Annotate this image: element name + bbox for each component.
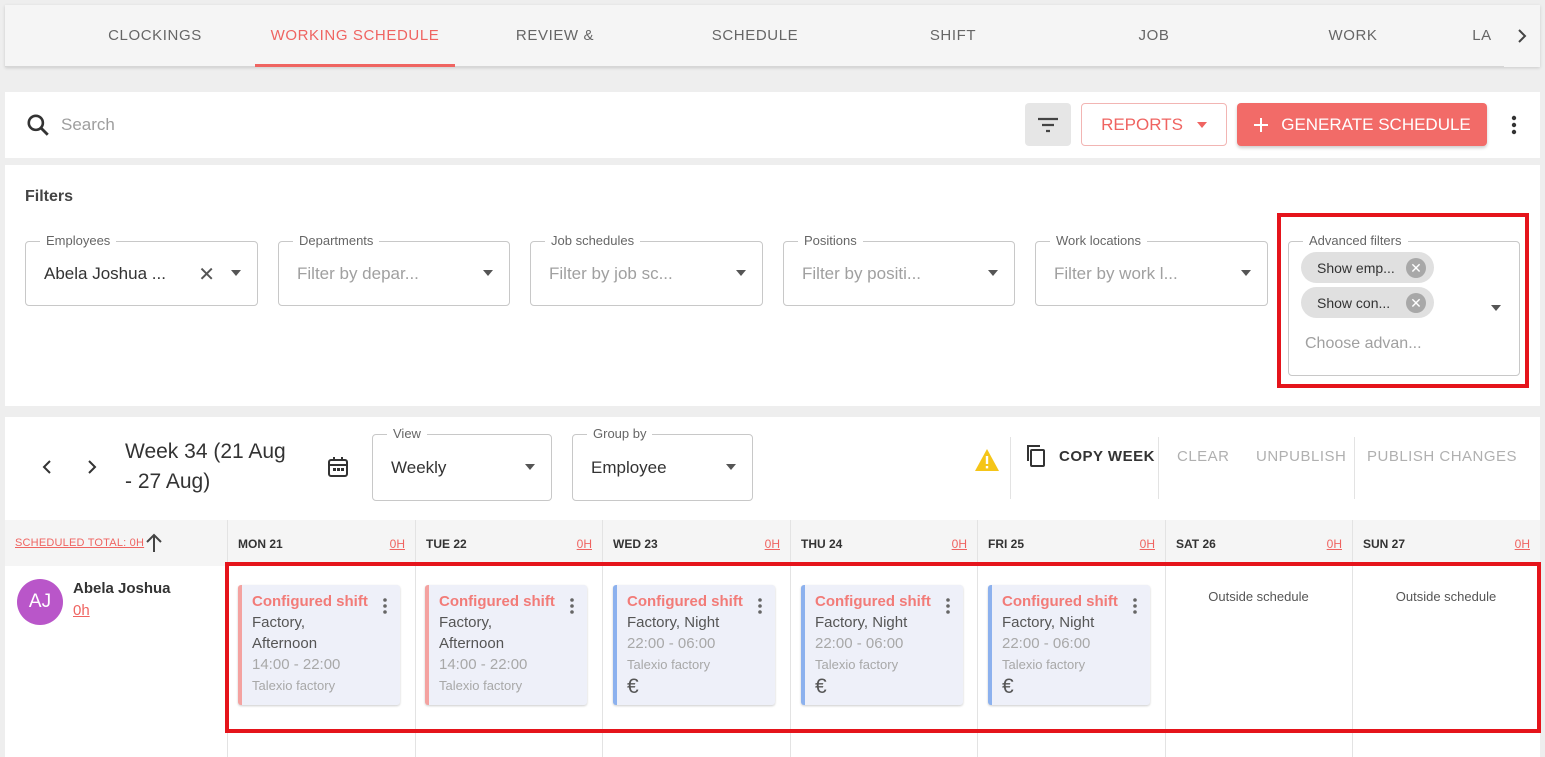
employees-filter[interactable]: Employees Abela Joshua ... ✕ <box>25 233 258 306</box>
divider <box>1010 437 1011 499</box>
day-label: WED 23 <box>613 537 658 551</box>
day-column-header: SUN 27 0H <box>1352 520 1540 566</box>
positions-filter[interactable]: Positions Filter by positi... <box>783 233 1015 306</box>
day-label: MON 21 <box>238 537 283 551</box>
filters-title: Filters <box>25 188 74 205</box>
tab-schedule-generator[interactable]: SCHEDULE GENERATOR <box>665 5 845 106</box>
warning-icon[interactable] <box>974 448 1000 472</box>
group-by-select[interactable]: Group by Employee <box>572 426 753 501</box>
copy-week-button[interactable]: COPY WEEK <box>1059 448 1155 465</box>
schedule-grid-header: SCHEDULED TOTAL: 0H MON 21 0H TUE 22 0H WE… <box>5 520 1540 566</box>
work-locations-filter-label: Work locations <box>1050 233 1148 248</box>
view-select[interactable]: View Weekly <box>372 426 552 501</box>
tab-working-schedule[interactable]: WORKING SCHEDULE <box>255 5 455 67</box>
day-column-header: MON 21 0H <box>227 520 415 566</box>
chevron-right-icon <box>88 460 97 474</box>
caret-down-icon <box>726 464 736 470</box>
shifts-highlight <box>225 562 1541 733</box>
view-select-label: View <box>387 426 427 441</box>
caret-down-icon <box>988 270 998 276</box>
day-label: THU 24 <box>801 537 843 551</box>
tab-job-schedules[interactable]: JOB SCHEDULES <box>1091 5 1217 106</box>
day-label: SUN 27 <box>1363 537 1406 551</box>
divider <box>1158 437 1159 499</box>
day-hours[interactable]: 0H <box>390 537 405 551</box>
day-column-header: THU 24 0H <box>790 520 977 566</box>
search-input[interactable] <box>61 110 661 140</box>
caret-down-icon <box>1241 270 1251 276</box>
employee-hours[interactable]: 0h <box>73 602 90 619</box>
more-options-button[interactable] <box>1502 110 1526 140</box>
advanced-filters-highlight <box>1277 213 1529 388</box>
more-vert-icon <box>1511 115 1517 135</box>
employees-filter-label: Employees <box>40 233 117 248</box>
tab-la[interactable]: LA <box>1470 5 1494 67</box>
day-hours[interactable]: 0H <box>1515 537 1530 551</box>
group-by-select-label: Group by <box>587 426 653 441</box>
job-schedules-filter-placeholder: Filter by job sc... <box>549 264 673 283</box>
caret-down-icon <box>231 270 241 276</box>
caret-down-icon <box>736 270 746 276</box>
reports-label: REPORTS <box>1101 114 1183 134</box>
caret-down-icon <box>483 270 493 276</box>
day-hours[interactable]: 0H <box>1140 537 1155 551</box>
clear-icon[interactable]: ✕ <box>198 262 215 287</box>
departments-filter-label: Departments <box>293 233 380 248</box>
tab-scroll-right-button[interactable] <box>1504 5 1540 67</box>
day-column-header: SAT 26 0H <box>1165 520 1352 566</box>
chevron-right-icon <box>1518 29 1527 43</box>
tab-clockings[interactable]: CLOCKINGS <box>100 5 210 67</box>
previous-week-button[interactable] <box>37 457 57 477</box>
filter-icon <box>1038 117 1058 132</box>
arrow-up-icon[interactable] <box>145 533 163 553</box>
job-schedules-filter[interactable]: Job schedules Filter by job sc... <box>530 233 763 306</box>
employees-filter-value: Abela Joshua ... <box>44 264 166 283</box>
avatar: AJ <box>17 579 63 625</box>
filter-toggle-button[interactable] <box>1025 103 1071 146</box>
day-column-header: WED 23 0H <box>602 520 790 566</box>
day-label: SAT 26 <box>1176 537 1216 551</box>
top-tab-bar: CLOCKINGS WORKING SCHEDULE REVIEW & APPR… <box>5 5 1540 106</box>
reports-button[interactable]: REPORTS <box>1081 103 1227 146</box>
scheduled-total[interactable]: SCHEDULED TOTAL: 0H <box>15 537 144 549</box>
week-title: Week 34 (21 Aug - 27 Aug) <box>125 440 286 493</box>
departments-filter[interactable]: Departments Filter by depar... <box>278 233 510 306</box>
job-schedules-filter-label: Job schedules <box>545 233 641 248</box>
day-hours[interactable]: 0H <box>577 537 592 551</box>
caret-down-icon <box>525 464 535 470</box>
generate-schedule-button[interactable]: GENERATE SCHEDULE <box>1237 103 1487 146</box>
day-label: FRI 25 <box>988 537 1025 551</box>
generate-schedule-label: GENERATE SCHEDULE <box>1281 114 1471 134</box>
work-locations-filter-placeholder: Filter by work l... <box>1054 264 1178 283</box>
divider <box>1354 437 1355 499</box>
copy-icon <box>1027 445 1045 467</box>
work-locations-filter[interactable]: Work locations Filter by work l... <box>1035 233 1268 306</box>
employee-name: Abela Joshua <box>73 580 171 597</box>
next-week-button[interactable] <box>82 457 102 477</box>
caret-down-icon <box>1196 121 1207 128</box>
positions-filter-label: Positions <box>798 233 863 248</box>
day-column-header: TUE 22 0H <box>415 520 602 566</box>
unpublish-button[interactable]: UNPUBLISH <box>1256 448 1346 465</box>
view-select-value: Weekly <box>391 458 447 477</box>
departments-filter-placeholder: Filter by depar... <box>297 264 419 283</box>
tab-shift-templates[interactable]: SHIFT TEMPLATES <box>883 5 1023 106</box>
search-toolbar: REPORTS GENERATE SCHEDULE <box>5 92 1540 158</box>
day-hours[interactable]: 0H <box>952 537 967 551</box>
positions-filter-placeholder: Filter by positi... <box>802 264 922 283</box>
day-label: TUE 22 <box>426 537 467 551</box>
day-hours[interactable]: 0H <box>765 537 780 551</box>
group-by-select-value: Employee <box>591 458 667 477</box>
calendar-icon[interactable] <box>326 455 350 479</box>
clear-button[interactable]: CLEAR <box>1177 448 1230 465</box>
publish-changes-button[interactable]: PUBLISH CHANGES <box>1367 448 1517 465</box>
plus-icon <box>1254 117 1269 132</box>
chevron-left-icon <box>42 460 51 474</box>
tab-work-locations[interactable]: WORK LOCATIONS <box>1283 5 1423 106</box>
day-hours[interactable]: 0H <box>1327 537 1342 551</box>
tab-review-approve[interactable]: REVIEW & APPROVE <box>477 5 633 106</box>
search-icon <box>27 114 49 136</box>
day-column-header: FRI 25 0H <box>977 520 1165 566</box>
